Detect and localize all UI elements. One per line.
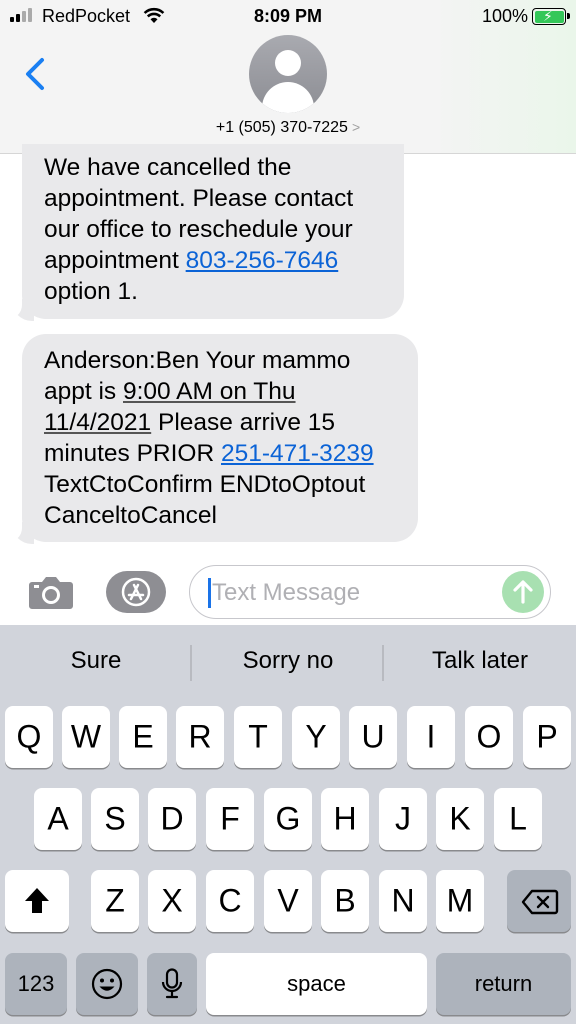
- microphone-key[interactable]: [147, 953, 197, 1015]
- space-key[interactable]: space: [206, 953, 427, 1015]
- key-y[interactable]: Y: [292, 706, 340, 768]
- key-v[interactable]: V: [264, 870, 312, 932]
- key-e[interactable]: E: [119, 706, 167, 768]
- key-a[interactable]: A: [34, 788, 82, 850]
- conversation-header: RedPocket 8:09 PM 100% ⚡ +1 (505) 370-72…: [0, 0, 576, 154]
- numbers-key[interactable]: 123: [5, 953, 67, 1015]
- emoji-key[interactable]: [76, 953, 138, 1015]
- shift-icon: [25, 888, 49, 913]
- keyboard: Sure Sorry no Talk later Q W E R T Y U I…: [0, 625, 576, 1024]
- message-line: Anderson:Ben Your mammo: [44, 347, 351, 374]
- key-c[interactable]: C: [206, 870, 254, 932]
- key-p[interactable]: P: [523, 706, 571, 768]
- contact-number[interactable]: +1 (505) 370-7225 >: [0, 119, 576, 137]
- microphone-icon: [161, 968, 183, 999]
- message-line: We have cancelled the: [44, 154, 292, 181]
- suggestion-3[interactable]: Talk later: [384, 647, 576, 675]
- key-m[interactable]: M: [436, 870, 484, 932]
- key-t[interactable]: T: [234, 706, 282, 768]
- predictive-bar: Sure Sorry no Talk later: [0, 625, 576, 699]
- message-line: TextCtoConfirm ENDtoOptout: [44, 471, 366, 498]
- key-o[interactable]: O: [465, 706, 513, 768]
- message-line: CanceltoCancel: [44, 502, 217, 529]
- key-q[interactable]: Q: [5, 706, 53, 768]
- person-icon[interactable]: [249, 35, 327, 113]
- key-f[interactable]: F: [206, 788, 254, 850]
- key-i[interactable]: I: [407, 706, 455, 768]
- key-w[interactable]: W: [62, 706, 110, 768]
- message-bubble[interactable]: Anderson:Ben Your mammo appt is 9:00 AM …: [22, 334, 418, 542]
- message-line: our office to reschedule your: [44, 216, 353, 243]
- text-cursor: [208, 578, 211, 608]
- key-r[interactable]: R: [176, 706, 224, 768]
- shift-key[interactable]: [5, 870, 69, 932]
- backspace-key[interactable]: [507, 870, 571, 932]
- message-input[interactable]: Text Message: [189, 565, 551, 619]
- key-z[interactable]: Z: [91, 870, 139, 932]
- message-line: minutes PRIOR 251-471-3239: [44, 440, 374, 467]
- input-placeholder: Text Message: [212, 579, 361, 606]
- send-arrow-icon[interactable]: [502, 571, 544, 613]
- camera-icon[interactable]: [28, 574, 74, 610]
- message-line: appointment. Please contact: [44, 185, 354, 212]
- suggestion-1[interactable]: Sure: [0, 647, 192, 675]
- battery-percent: 100%: [481, 6, 528, 26]
- battery-charging-icon: ⚡: [532, 8, 570, 25]
- phone-link[interactable]: 251-471-3239: [221, 440, 374, 467]
- message-bubble[interactable]: We have cancelled the appointment. Pleas…: [22, 144, 404, 319]
- key-d[interactable]: D: [148, 788, 196, 850]
- message-line: appointment 803-256-7646: [44, 247, 339, 274]
- app-store-icon[interactable]: [106, 571, 166, 613]
- emoji-icon: [91, 968, 123, 1000]
- status-bar: RedPocket 8:09 PM 100% ⚡: [0, 0, 576, 34]
- message-line: option 1.: [44, 278, 138, 305]
- key-g[interactable]: G: [264, 788, 312, 850]
- key-n[interactable]: N: [379, 870, 427, 932]
- phone-link[interactable]: 803-256-7646: [186, 247, 339, 274]
- key-b[interactable]: B: [321, 870, 369, 932]
- message-line: 11/4/2021 Please arrive 15: [44, 409, 336, 436]
- key-x[interactable]: X: [148, 870, 196, 932]
- key-u[interactable]: U: [349, 706, 397, 768]
- key-k[interactable]: K: [436, 788, 484, 850]
- key-j[interactable]: J: [379, 788, 427, 850]
- key-h[interactable]: H: [321, 788, 369, 850]
- date-link[interactable]: 11/4/2021: [44, 409, 151, 436]
- backspace-icon: [521, 889, 559, 915]
- return-key[interactable]: return: [436, 953, 571, 1015]
- date-link[interactable]: 9:00 AM on Thu: [123, 378, 296, 405]
- chevron-left-icon[interactable]: [22, 56, 52, 92]
- suggestion-2[interactable]: Sorry no: [192, 647, 384, 675]
- key-s[interactable]: S: [91, 788, 139, 850]
- key-l[interactable]: L: [494, 788, 542, 850]
- message-line: appt is 9:00 AM on Thu: [44, 378, 296, 405]
